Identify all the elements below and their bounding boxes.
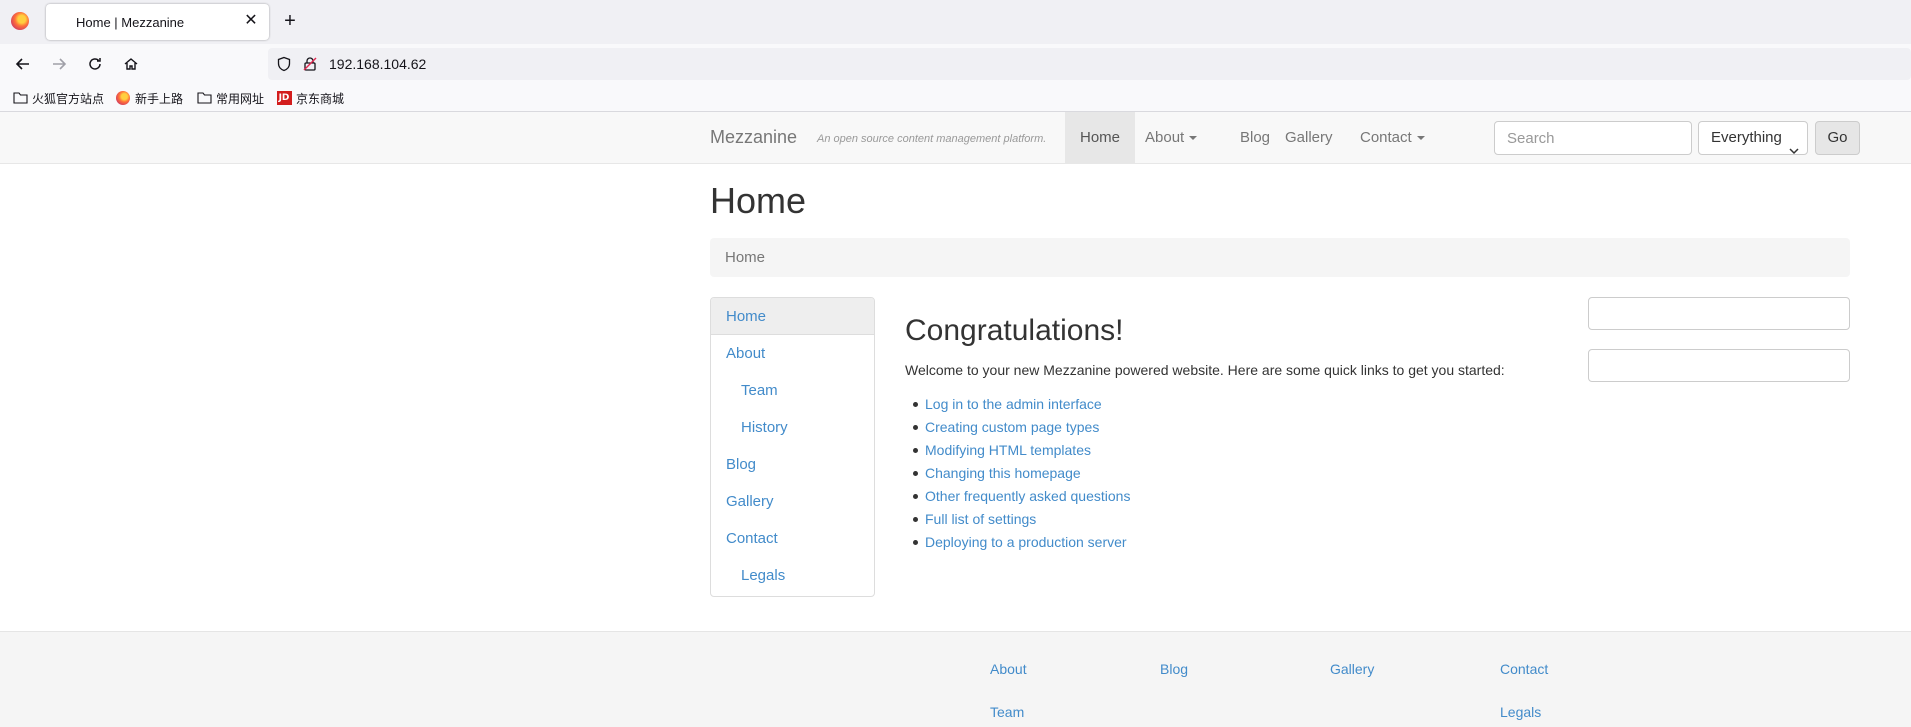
sidebar-panel xyxy=(1588,297,1850,330)
browser-tab-strip: Home | Mezzanine ✕ + xyxy=(0,0,1911,44)
site-navbar: Mezzanine An open source content managem… xyxy=(0,112,1911,164)
nav-home-label: Home xyxy=(1080,129,1121,146)
nav-home[interactable]: Home xyxy=(1065,112,1136,163)
bookmark-label: 常用网址 xyxy=(216,91,265,106)
side-nav-contact[interactable]: Contact xyxy=(711,520,874,557)
back-icon[interactable] xyxy=(11,52,35,76)
side-nav-gallery[interactable]: Gallery xyxy=(711,483,874,520)
forward-icon[interactable] xyxy=(47,52,71,76)
side-nav-blog[interactable]: Blog xyxy=(711,446,874,483)
firefox-icon xyxy=(115,91,131,105)
browser-toolbar: 192.168.104.62 xyxy=(0,44,1911,84)
bookmark-label: 火狐官方站点 xyxy=(32,91,105,106)
quick-link[interactable]: Creating custom page types xyxy=(905,418,1130,441)
breadcrumb-item: Home xyxy=(725,249,766,266)
bookmark-label: 京东商城 xyxy=(296,91,345,106)
go-button[interactable]: Go xyxy=(1815,121,1860,155)
reload-icon[interactable] xyxy=(83,52,107,76)
site-footer: About Team Blog Gallery Contact Legals xyxy=(0,631,1911,727)
footer-link-blog[interactable]: Blog xyxy=(1160,661,1188,677)
folder-icon xyxy=(12,91,28,105)
bookmark-item[interactable]: 新手上路 xyxy=(115,89,183,107)
bookmark-item[interactable]: JD 京东商城 xyxy=(276,89,344,107)
nav-contact[interactable]: Contact xyxy=(1345,112,1440,163)
quick-link[interactable]: Other frequently asked questions xyxy=(905,487,1130,510)
nav-contact-label: Contact xyxy=(1360,129,1412,146)
content-heading: Congratulations! xyxy=(905,314,1124,347)
browser-tab[interactable]: Home | Mezzanine ✕ xyxy=(46,4,269,40)
side-nav-legals[interactable]: Legals xyxy=(711,557,874,594)
sidebar-panel xyxy=(1588,349,1850,382)
quick-link[interactable]: Modifying HTML templates xyxy=(905,441,1130,464)
breadcrumb: Home xyxy=(710,238,1850,277)
firefox-icon[interactable] xyxy=(11,12,29,30)
tab-title: Home | Mezzanine xyxy=(76,15,185,30)
search-scope-value: Everything xyxy=(1711,129,1782,146)
nav-gallery[interactable]: Gallery xyxy=(1270,112,1348,163)
page-title: Home xyxy=(710,180,807,221)
bookmark-item[interactable]: 常用网址 xyxy=(196,89,264,107)
quick-link[interactable]: Changing this homepage xyxy=(905,464,1130,487)
bookmark-label: 新手上路 xyxy=(135,91,184,106)
new-tab-button[interactable]: + xyxy=(280,10,300,32)
quick-link[interactable]: Full list of settings xyxy=(905,510,1130,533)
address-bar[interactable]: 192.168.104.62 xyxy=(268,48,1911,80)
footer-link-contact[interactable]: Contact xyxy=(1500,661,1548,677)
search-scope-select[interactable]: Everything xyxy=(1698,121,1808,155)
side-nav-team[interactable]: Team xyxy=(711,372,874,409)
url-text[interactable]: 192.168.104.62 xyxy=(329,56,426,72)
folder-icon xyxy=(196,91,212,105)
quick-link[interactable]: Log in to the admin interface xyxy=(905,395,1130,418)
nav-about-label: About xyxy=(1145,129,1185,146)
side-nav-history[interactable]: History xyxy=(711,409,874,446)
jd-icon: JD xyxy=(276,91,292,105)
side-nav-about[interactable]: About xyxy=(711,335,874,372)
nav-blog-label: Blog xyxy=(1240,129,1271,146)
shield-icon[interactable] xyxy=(276,56,292,72)
welcome-text: Welcome to your new Mezzanine powered we… xyxy=(905,362,1505,378)
caret-down-icon xyxy=(1189,136,1198,141)
side-navigation: Home About Team History Blog Gallery Con… xyxy=(710,297,875,597)
footer-link-legals[interactable]: Legals xyxy=(1500,704,1541,720)
tagline: An open source content management platfo… xyxy=(817,133,1047,145)
caret-down-icon xyxy=(1416,136,1425,141)
footer-link-about[interactable]: About xyxy=(990,661,1027,677)
search-input[interactable] xyxy=(1494,121,1692,155)
quick-links-list: Log in to the admin interface Creating c… xyxy=(905,395,1130,556)
nav-about[interactable]: About xyxy=(1130,112,1212,163)
nav-gallery-label: Gallery xyxy=(1285,129,1333,146)
insecure-lock-icon[interactable] xyxy=(302,56,318,72)
quick-link[interactable]: Deploying to a production server xyxy=(905,533,1130,556)
close-icon[interactable]: ✕ xyxy=(243,12,259,30)
footer-link-team[interactable]: Team xyxy=(990,704,1024,720)
side-nav-home[interactable]: Home xyxy=(711,298,874,335)
bookmark-item[interactable]: 火狐官方站点 xyxy=(12,89,104,107)
chevron-down-icon xyxy=(1789,135,1799,167)
footer-link-gallery[interactable]: Gallery xyxy=(1330,661,1374,677)
bookmarks-bar: 火狐官方站点 新手上路 常用网址 JD 京东商城 xyxy=(0,84,1911,112)
home-icon[interactable] xyxy=(119,52,143,76)
brand-link[interactable]: Mezzanine xyxy=(710,127,797,148)
